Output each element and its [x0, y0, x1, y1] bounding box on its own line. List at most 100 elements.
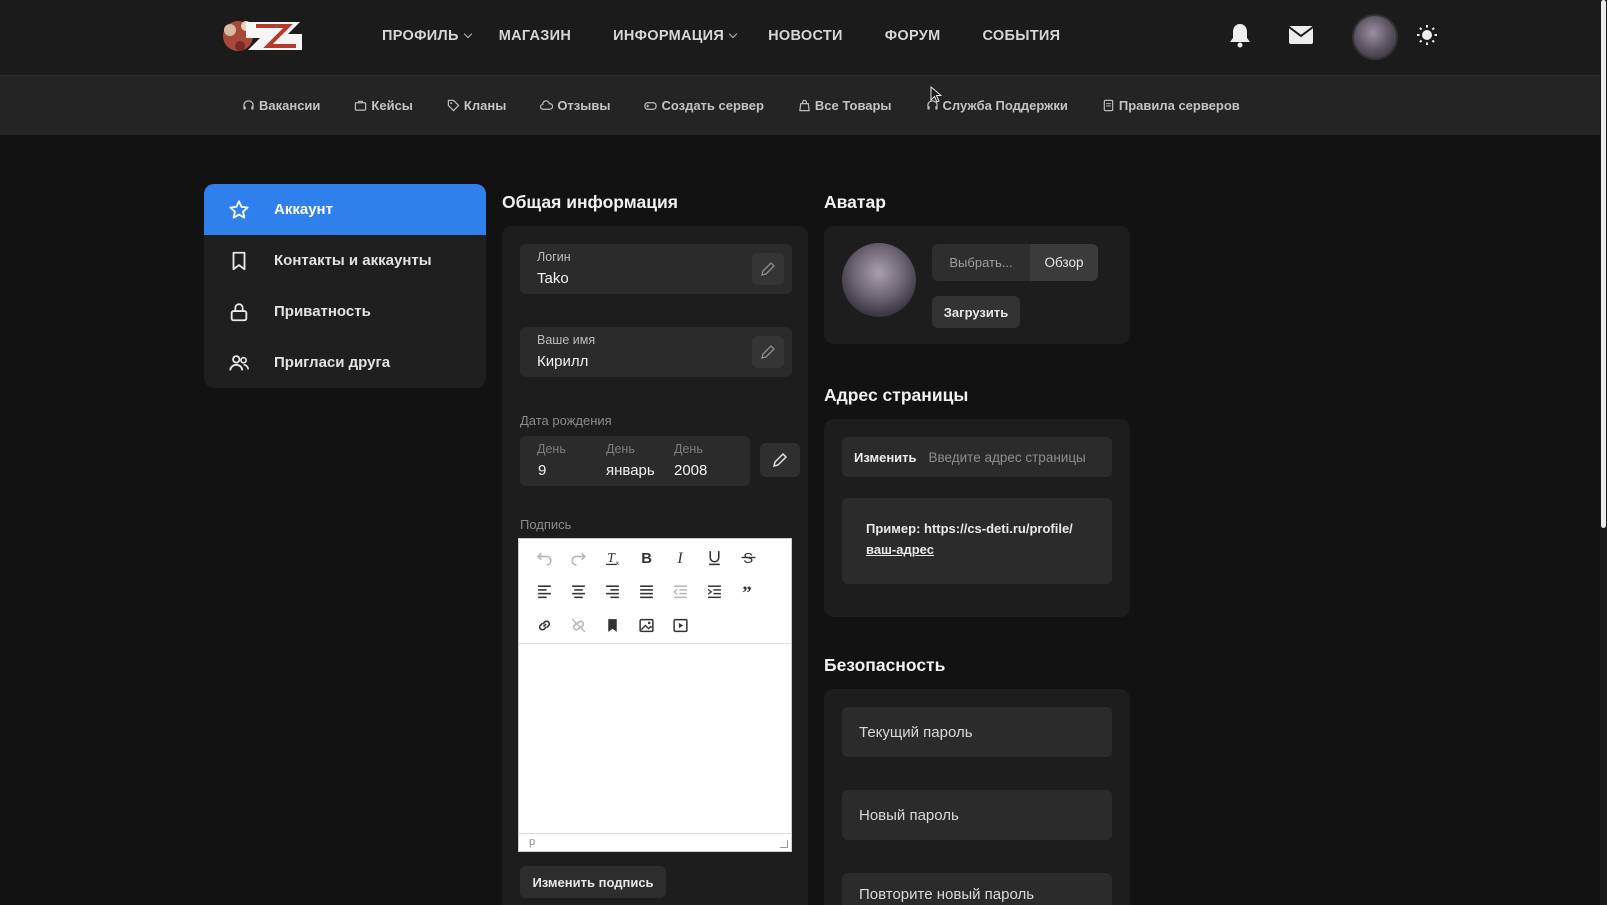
- edit-birthday-button[interactable]: [760, 443, 800, 477]
- strikethrough-icon[interactable]: S: [731, 545, 765, 569]
- repeat-password-field: [842, 873, 1112, 905]
- edit-name-button[interactable]: [752, 336, 784, 368]
- subnav-cases-label: Кейсы: [371, 98, 413, 113]
- page-scrollbar-thumb[interactable]: [1601, 0, 1606, 528]
- nav-news-label: НОВОСТИ: [768, 28, 843, 44]
- repeat-password-input[interactable]: [859, 886, 1099, 903]
- clear-format-icon[interactable]: Tx: [595, 545, 629, 569]
- indent-icon[interactable]: [697, 579, 731, 603]
- page-address-input[interactable]: [928, 449, 1099, 465]
- login-label: Логин: [537, 250, 571, 264]
- align-right-icon[interactable]: [595, 579, 629, 603]
- editor-divider: [519, 643, 791, 644]
- italic-icon[interactable]: I: [663, 545, 697, 569]
- mouse-cursor-icon: [930, 86, 942, 103]
- login-field[interactable]: Логин Tako: [520, 244, 792, 294]
- subnav-create-server[interactable]: Создать сервер: [644, 98, 764, 113]
- sidebar-item-label: Аккаунт: [274, 201, 333, 218]
- nav-events[interactable]: СОБЫТИЯ: [982, 28, 1060, 44]
- page-address-change-button[interactable]: Изменить: [842, 450, 929, 465]
- general-info-title: Общая информация: [502, 192, 678, 212]
- birthday-month-value[interactable]: январь: [606, 462, 662, 479]
- security-title: Безопасность: [824, 655, 946, 675]
- bell-icon[interactable]: [1228, 22, 1252, 53]
- subnav-support-label: Служба Поддержки: [942, 98, 1068, 113]
- subnav-vacancies[interactable]: Вакансии: [242, 98, 320, 113]
- current-password-input[interactable]: [859, 723, 1099, 741]
- nav-forum[interactable]: ФОРУМ: [885, 28, 941, 44]
- sidebar-item-privacy[interactable]: Приватность: [204, 286, 486, 337]
- sidebar-item-account[interactable]: Аккаунт: [204, 184, 486, 235]
- birthday-day-label: День: [537, 442, 566, 456]
- pencil-icon: [772, 452, 788, 468]
- avatar-file-input[interactable]: Выбрать... Обзор: [932, 244, 1098, 281]
- avatar-upload-button[interactable]: Загрузить: [932, 296, 1020, 328]
- change-signature-button[interactable]: Изменить подпись: [520, 866, 666, 898]
- subnav-all-products[interactable]: Все Товары: [798, 98, 892, 113]
- nav-profile[interactable]: ПРОФИЛЬ: [382, 28, 472, 44]
- case-icon: [355, 100, 367, 111]
- page-address-example: Пример: https://cs-deti.ru/profile/ ваш-…: [842, 498, 1112, 584]
- subnav-create-server-label: Создать сервер: [661, 98, 764, 113]
- nav-news[interactable]: НОВОСТИ: [768, 28, 843, 44]
- svg-text:S: S: [743, 550, 753, 565]
- bold-icon[interactable]: B: [629, 545, 663, 569]
- login-value: Tako: [537, 270, 569, 287]
- edit-login-button[interactable]: [752, 253, 784, 285]
- avatar-browse-button[interactable]: Обзор: [1030, 244, 1098, 281]
- align-justify-icon[interactable]: [629, 579, 663, 603]
- subnav-all-products-label: Все Товары: [814, 98, 892, 113]
- nav-events-label: СОБЫТИЯ: [982, 28, 1061, 44]
- subnav-vacancies-label: Вакансии: [259, 98, 321, 113]
- lock-icon: [230, 302, 248, 321]
- link-icon[interactable]: [527, 613, 561, 637]
- pencil-icon: [761, 345, 775, 359]
- image-icon[interactable]: [629, 613, 663, 637]
- editor-toolbar-row-3: [527, 613, 697, 637]
- redo-icon[interactable]: [561, 545, 595, 569]
- subnav-server-rules[interactable]: Правила серверов: [1102, 98, 1240, 113]
- subnav-reviews[interactable]: Отзывы: [540, 98, 610, 113]
- align-left-icon[interactable]: [527, 579, 561, 603]
- change-signature-label: Изменить подпись: [532, 874, 654, 890]
- name-value: Кирилл: [537, 353, 589, 370]
- undo-icon[interactable]: [527, 545, 561, 569]
- sidebar-item-invite[interactable]: Пригласи друга: [204, 337, 486, 388]
- editor-toolbar-row-2: ”: [527, 579, 765, 603]
- nav-info[interactable]: ИНФОРМАЦИЯ: [613, 28, 738, 44]
- nav-profile-label: ПРОФИЛЬ: [382, 28, 459, 44]
- bookmark-icon: [232, 251, 246, 270]
- user-avatar[interactable]: [1352, 14, 1398, 60]
- sun-icon[interactable]: [1416, 24, 1438, 51]
- top-navbar: ПРОФИЛЬ МАГАЗИН ИНФОРМАЦИЯ НОВОСТИ ФОРУМ…: [0, 0, 1600, 75]
- site-logo[interactable]: [216, 12, 308, 58]
- bookmark-anchor-icon[interactable]: [595, 613, 629, 637]
- svg-text:I: I: [676, 549, 683, 565]
- subnav-clans[interactable]: Кланы: [447, 98, 506, 113]
- editor-toolbar-row-1: Tx B I S: [527, 545, 765, 569]
- birthday-field[interactable]: День 9 День январь День 2008: [520, 436, 750, 486]
- outdent-icon[interactable]: [663, 579, 697, 603]
- new-password-input[interactable]: [859, 806, 1099, 824]
- resize-handle-icon[interactable]: [780, 840, 788, 848]
- name-field[interactable]: Ваше имя Кирилл: [520, 327, 792, 377]
- sidebar-item-label: Пригласи друга: [274, 354, 391, 371]
- media-icon[interactable]: [663, 613, 697, 637]
- subnav-cases[interactable]: Кейсы: [354, 98, 413, 113]
- birthday-year-value[interactable]: 2008: [674, 462, 707, 479]
- sidebar-item-contacts[interactable]: Контакты и аккаунты: [204, 235, 486, 286]
- birthday-day-value[interactable]: 9: [538, 462, 546, 479]
- align-center-icon[interactable]: [561, 579, 595, 603]
- underline-icon[interactable]: [697, 545, 731, 569]
- svg-text:x: x: [615, 559, 619, 565]
- birthday-label: Дата рождения: [520, 413, 612, 428]
- signature-editor[interactable]: Tx B I S ” p: [518, 538, 792, 852]
- editor-statusbar: p: [519, 833, 791, 851]
- birthday-year-label: День: [674, 442, 703, 456]
- mail-icon[interactable]: [1288, 25, 1314, 50]
- subnav-support[interactable]: Служба Поддержки: [926, 98, 1068, 113]
- avatar-file-pick[interactable]: Выбрать...: [932, 244, 1030, 281]
- unlink-icon[interactable]: [561, 613, 595, 637]
- nav-shop[interactable]: МАГАЗИН: [499, 28, 571, 44]
- blockquote-icon[interactable]: ”: [731, 579, 765, 603]
